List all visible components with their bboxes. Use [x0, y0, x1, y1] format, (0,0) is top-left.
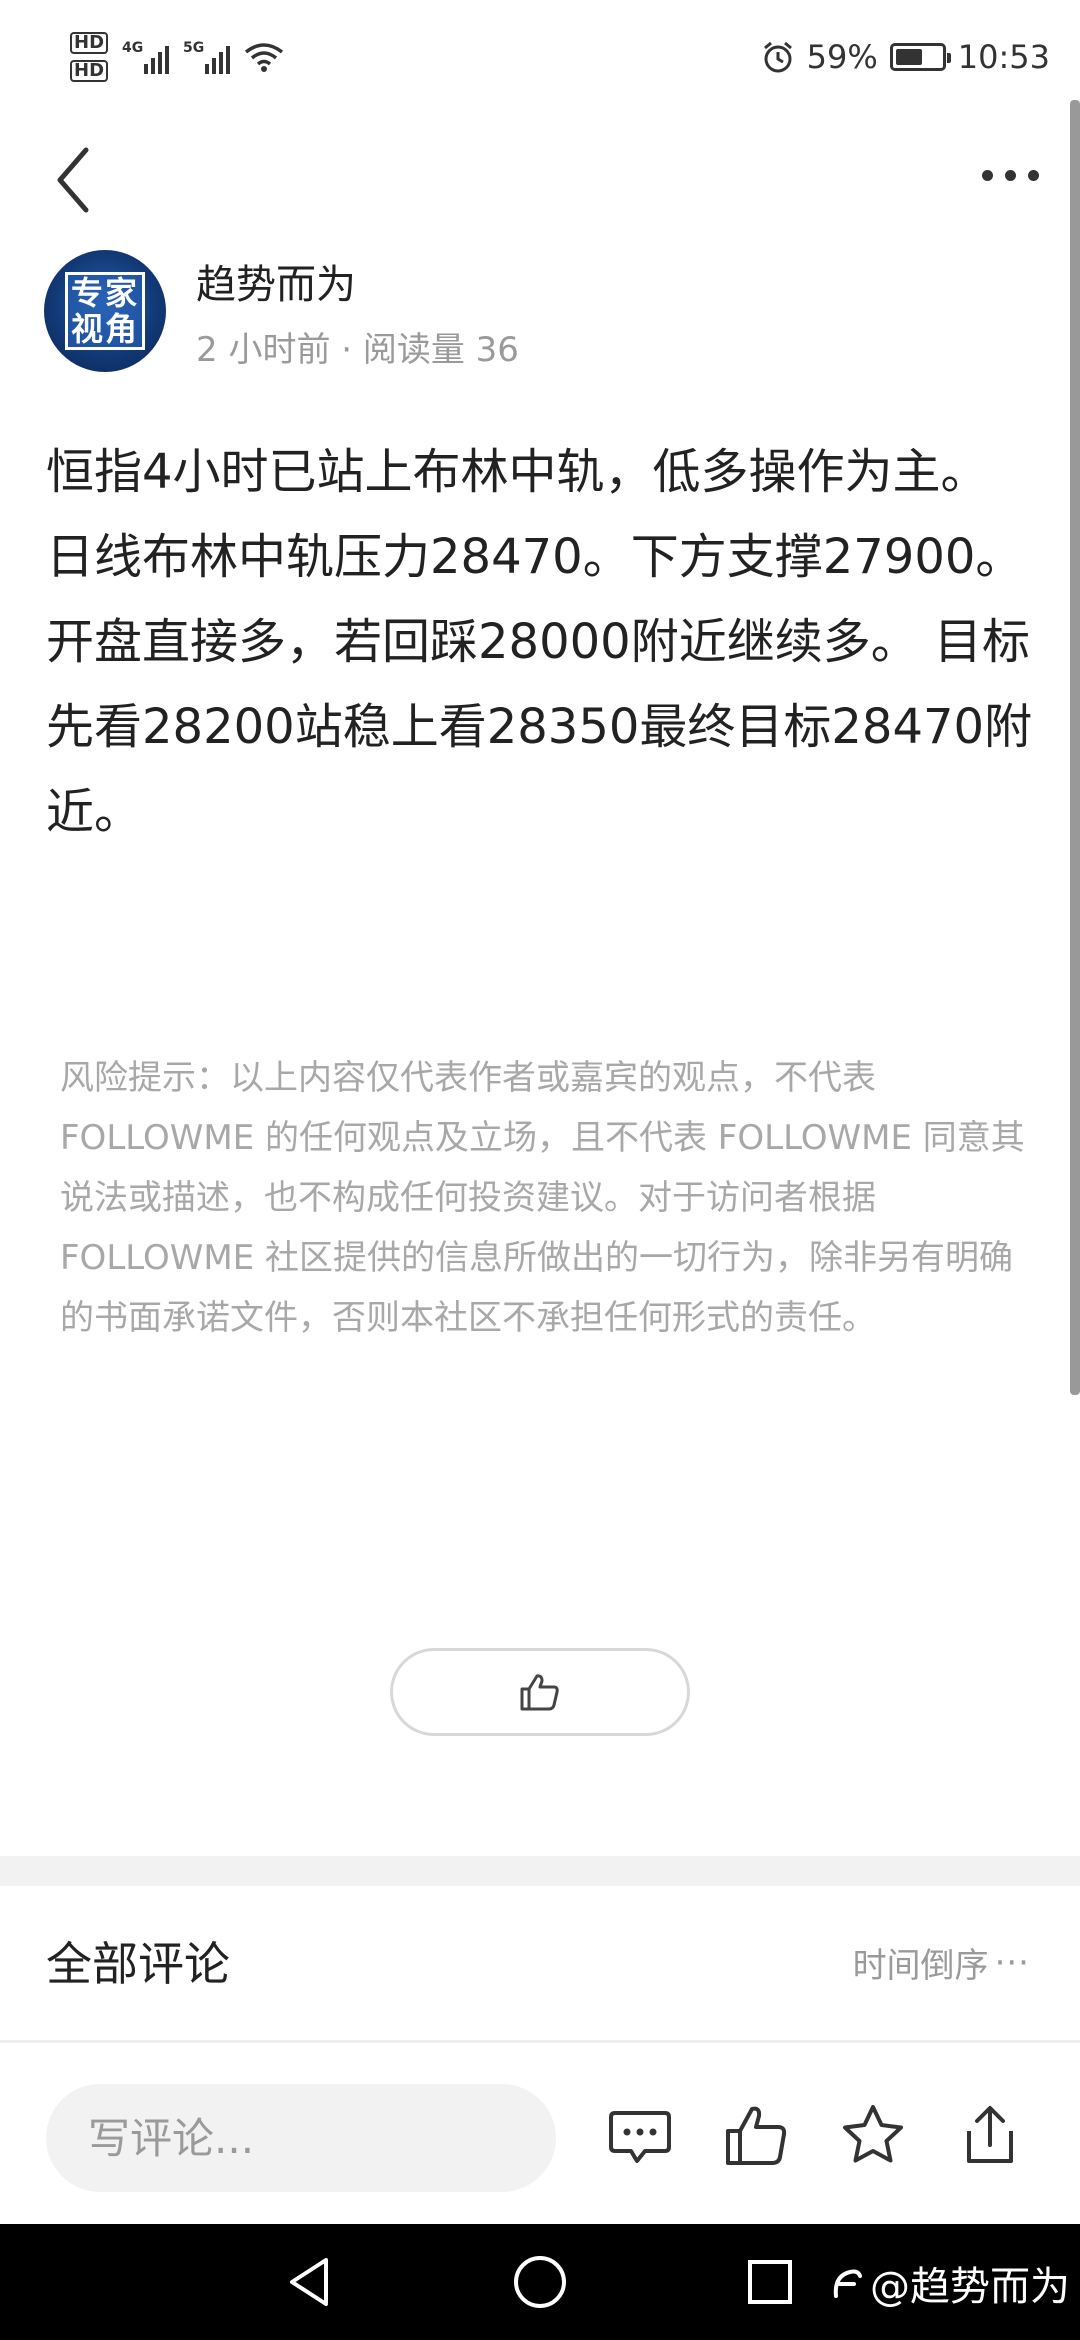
signal-4g-icon: 4G — [122, 40, 170, 74]
avatar-text-line1: 专家 — [70, 274, 139, 312]
watermark-text: @趋势而为 — [870, 2264, 1070, 2310]
action-bar — [0, 2046, 1080, 2224]
share-icon[interactable] — [955, 2101, 1025, 2171]
net-4g-label: 4G — [122, 40, 144, 56]
author-name[interactable]: 趋势而为 — [196, 252, 356, 310]
hd-1-label: HD — [70, 32, 109, 54]
sort-more-icon: ··· — [994, 1942, 1030, 1983]
section-divider — [0, 1856, 1080, 1886]
battery-icon — [889, 43, 951, 71]
navigation-bar: @趋势而为 — [0, 2224, 1080, 2340]
hd-indicators: HD HD — [70, 32, 109, 82]
more-horizontal-icon[interactable] — [960, 150, 1060, 200]
post-meta: 2 小时前 · 阅读量 36 — [196, 330, 519, 370]
avatar-text-line2: 视角 — [70, 310, 139, 348]
hd-2-label: HD — [70, 60, 109, 82]
status-left: HD HD 4G 5G — [70, 32, 284, 82]
thumbs-up-icon[interactable] — [722, 2101, 792, 2171]
risk-notice: 风险提示：以上内容仅代表作者或嘉宾的观点，不代表 FOLLOWME 的任何观点及… — [60, 1058, 1025, 1338]
star-icon[interactable] — [838, 2101, 908, 2171]
comments-title: 全部评论 — [46, 1937, 230, 1991]
avatar[interactable]: 专家 视角 — [44, 250, 166, 372]
nav-back-icon[interactable] — [278, 2250, 342, 2314]
signal-5g-icon: 5G — [183, 40, 231, 74]
net-5g-label: 5G — [183, 40, 205, 56]
followme-logo-icon — [833, 2269, 862, 2298]
comment-input[interactable] — [46, 2084, 556, 2192]
status-bar: HD HD 4G 5G 59% 10:53 — [0, 0, 1080, 100]
battery-fill — [895, 49, 922, 65]
watermark: @趋势而为 — [828, 2254, 1070, 2312]
avatar-logo: 专家 视角 — [65, 272, 145, 350]
wifi-icon — [244, 43, 284, 72]
clock: 10:53 — [957, 38, 1050, 76]
thumbs-up-icon — [520, 1674, 559, 1711]
battery-percent: 59% — [806, 38, 878, 76]
like-button[interactable] — [390, 1648, 690, 1736]
nav-home-icon[interactable] — [508, 2250, 572, 2314]
sort-button[interactable]: 时间倒序 ··· — [853, 1938, 1030, 1987]
comment-bubble-icon[interactable] — [605, 2101, 675, 2171]
scrollbar[interactable] — [1070, 100, 1080, 1395]
status-right: 59% 10:53 — [761, 38, 1050, 76]
nav-recents-icon[interactable] — [738, 2250, 802, 2314]
article-body: 恒指4小时已站上布林中轨，低多操作为主。 日线布林中轨压力28470。下方支撑2… — [46, 444, 1033, 840]
chevron-left-icon[interactable] — [46, 140, 106, 220]
alarm-icon — [763, 41, 792, 73]
sort-label: 时间倒序 — [852, 1946, 989, 1986]
divider — [0, 2040, 1080, 2043]
